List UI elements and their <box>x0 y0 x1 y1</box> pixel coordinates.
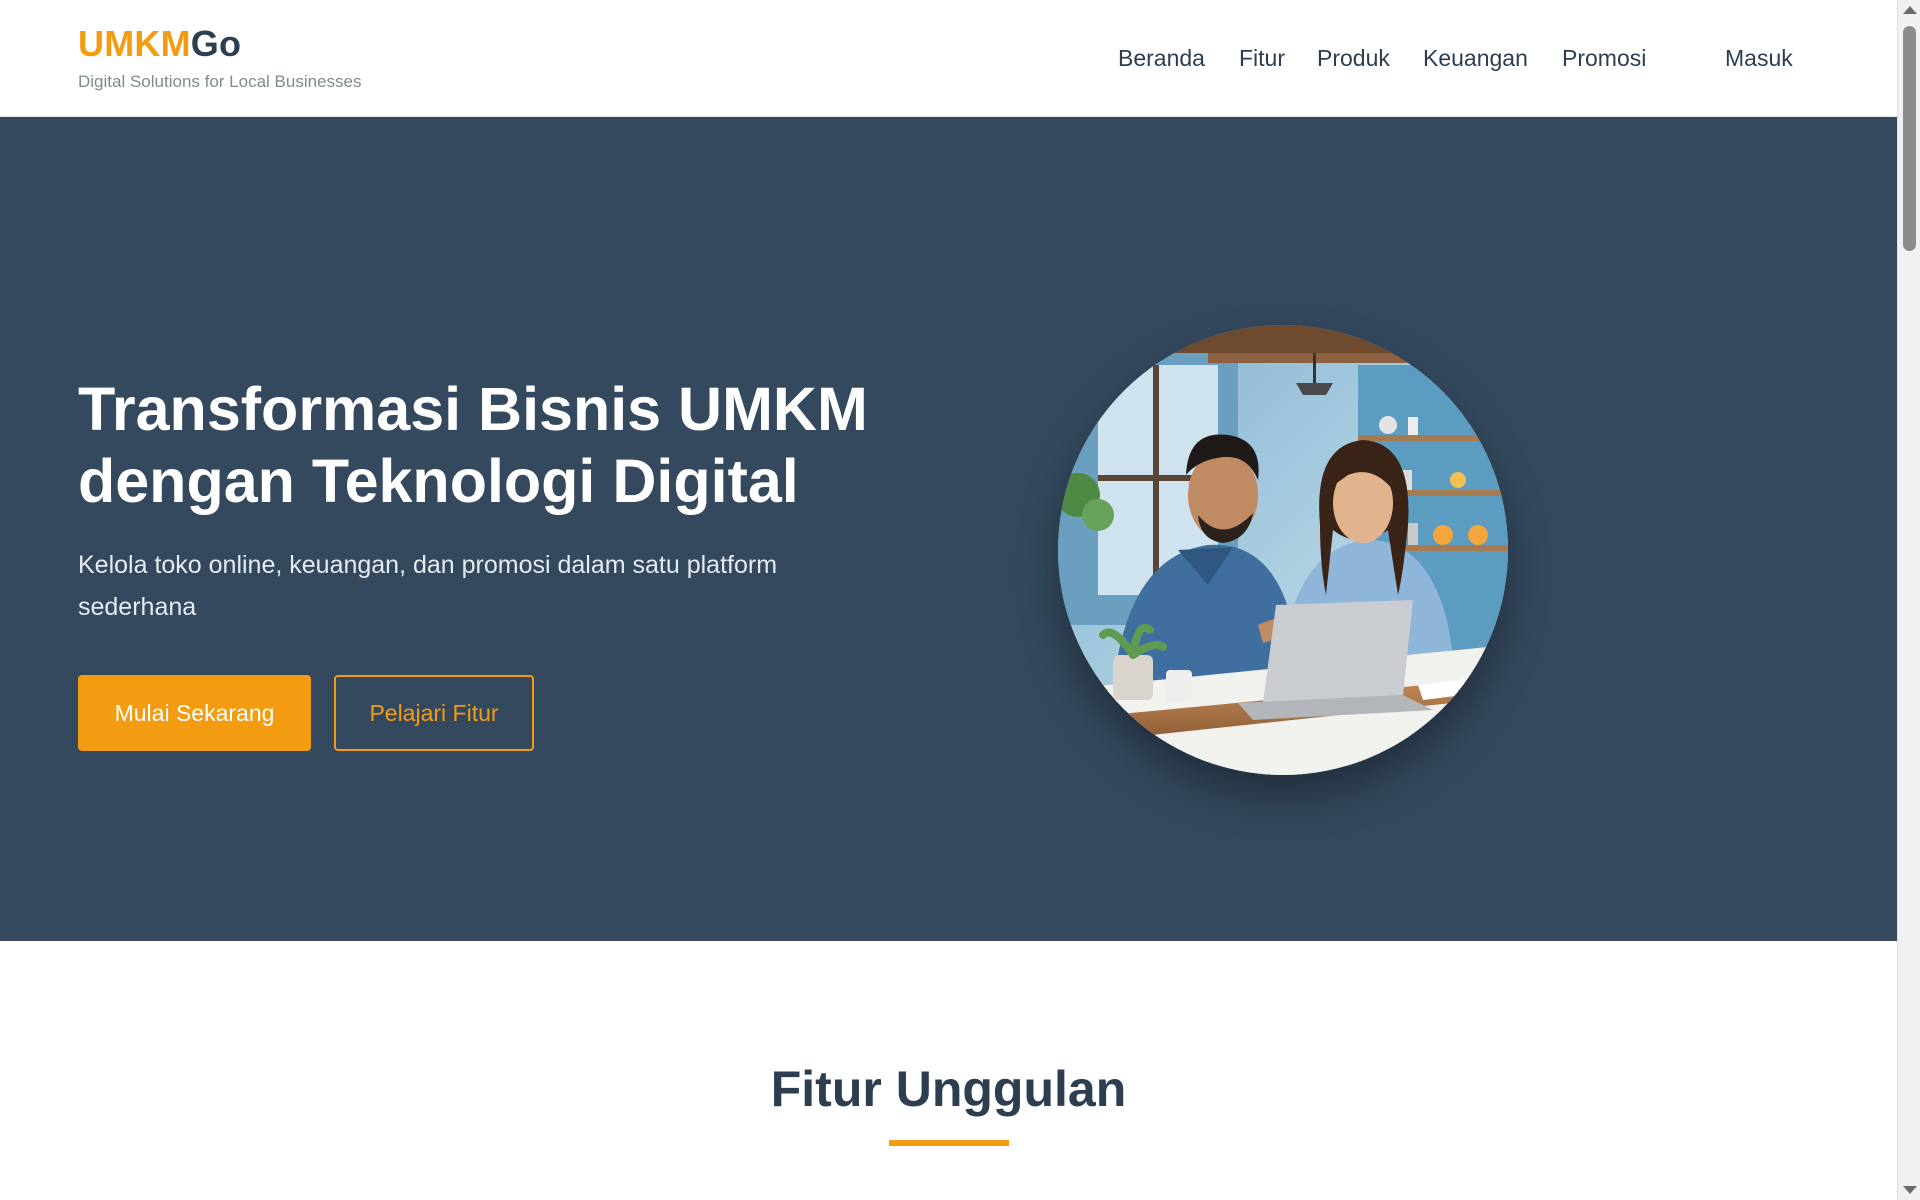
nav-item-produk[interactable]: Produk <box>1317 44 1390 72</box>
brand-name-go: Go <box>190 23 242 64</box>
nav-item-fitur[interactable]: Fitur <box>1239 44 1285 72</box>
brand-name-umkm: UMKM <box>78 23 191 64</box>
brand-name: UMKMGo <box>78 24 361 64</box>
scrollbar-thumb[interactable] <box>1903 26 1916 251</box>
scroll-down-arrow-icon[interactable] <box>1903 1186 1917 1194</box>
brand-tagline: Digital Solutions for Local Businesses <box>78 72 362 91</box>
learn-features-button[interactable]: Pelajari Fitur <box>334 675 534 751</box>
page: UMKMGo Digital Solutions for Local Busin… <box>0 0 1920 1200</box>
nav-item-keuangan[interactable]: Keuangan <box>1423 44 1528 72</box>
hero-subtitle: Kelola toko online, keuangan, dan promos… <box>78 551 778 621</box>
nav-item-beranda[interactable]: Beranda <box>1118 44 1205 72</box>
features-title: Fitur Unggulan <box>770 1061 1127 1117</box>
features-title-underline <box>889 1140 1009 1146</box>
nav-item-promosi[interactable]: Promosi <box>1562 44 1646 72</box>
hero-title: Transformasi Bisnis UMKM dengan Teknolog… <box>78 375 868 515</box>
page-content: UMKMGo Digital Solutions for Local Busin… <box>0 0 1897 1200</box>
hero-section: Transformasi Bisnis UMKM dengan Teknolog… <box>0 117 1897 941</box>
scroll-up-arrow-icon[interactable] <box>1903 6 1917 14</box>
brand-logo[interactable]: UMKMGo Digital Solutions for Local Busin… <box>78 24 361 92</box>
site-header: UMKMGo Digital Solutions for Local Busin… <box>0 0 1897 117</box>
page-scrollbar[interactable] <box>1897 0 1920 1200</box>
hero-image <box>1058 325 1508 775</box>
start-now-button[interactable]: Mulai Sekarang <box>78 675 311 751</box>
nav-item-masuk[interactable]: Masuk <box>1725 44 1793 72</box>
